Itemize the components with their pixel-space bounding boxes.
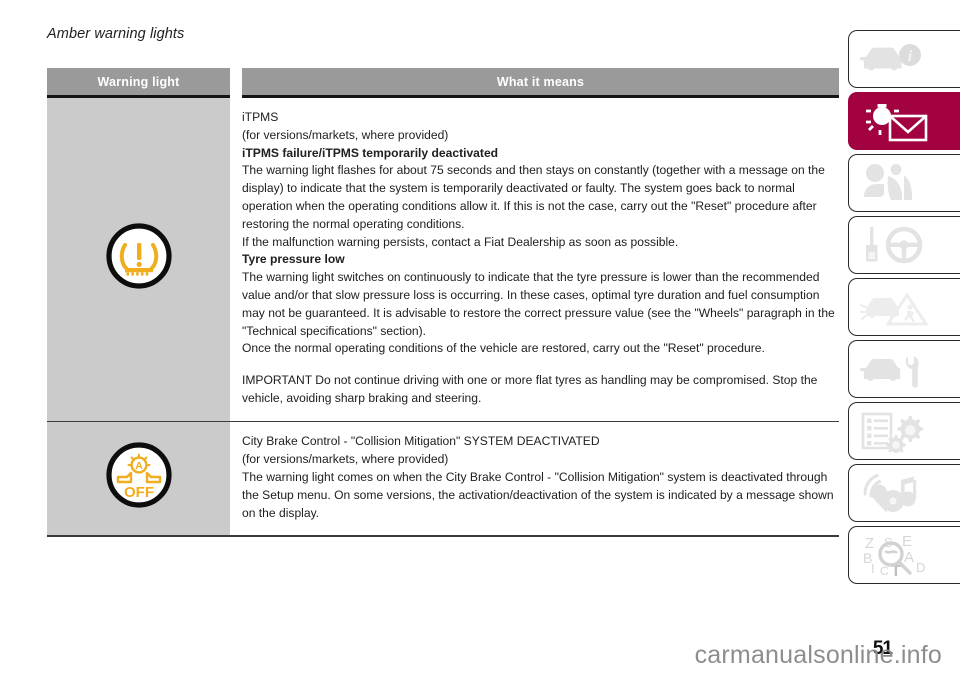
row-separator-gap bbox=[230, 418, 242, 421]
warning-light-description: City Brake Control - "Collision Mitigati… bbox=[242, 422, 839, 533]
row-gap bbox=[230, 98, 242, 419]
breakdown-hazard-icon bbox=[858, 286, 932, 328]
tab-safety[interactable] bbox=[848, 154, 960, 212]
site-watermark: carmanualsonline.info bbox=[694, 641, 942, 669]
row-separator-block bbox=[47, 418, 839, 421]
spec-list-gears-icon bbox=[858, 409, 930, 453]
table-row: A OFF City Brake Control - "Collision Mi… bbox=[47, 422, 839, 534]
svg-text:E: E bbox=[902, 533, 912, 550]
svg-text:I: I bbox=[871, 561, 875, 576]
tpms-warning-light-icon bbox=[105, 223, 172, 294]
column-header-what-it-means: What it means bbox=[242, 68, 839, 95]
table-row: iTPMS (for versions/markets, where provi… bbox=[47, 98, 839, 419]
paragraph: iTPMS bbox=[242, 110, 279, 124]
row-separator-block bbox=[47, 533, 839, 536]
paragraph: If the malfunction warning persists, con… bbox=[242, 234, 679, 249]
paragraph: IMPORTANT Do not continue driving with o… bbox=[242, 373, 818, 405]
chapter-tab-rail: i Z B I C T E A D S bbox=[848, 30, 960, 588]
tab-alphabetical-index[interactable]: Z B I C T E A D S bbox=[848, 526, 960, 584]
car-wrench-icon bbox=[858, 348, 930, 390]
table-header-row: Warning light What it means bbox=[47, 68, 839, 95]
tab-multimedia[interactable] bbox=[848, 464, 960, 522]
tab-dashboard-info[interactable]: i bbox=[848, 30, 960, 88]
warning-lights-table: Warning light What it means iTPMS (for v… bbox=[47, 68, 839, 537]
alphabetical-index-icon: Z B I C T E A D S bbox=[858, 533, 938, 577]
table-bottom-rule bbox=[47, 535, 839, 537]
city-brake-control-off-icon: A OFF bbox=[105, 442, 172, 513]
car-info-icon: i bbox=[858, 39, 930, 79]
svg-text:A: A bbox=[135, 461, 143, 473]
radio-music-icon bbox=[858, 471, 930, 515]
paragraph: (for versions/markets, where provided) bbox=[242, 127, 449, 142]
warning-light-cell: A OFF bbox=[47, 422, 230, 534]
paragraph-bold: Tyre pressure low bbox=[242, 252, 345, 267]
warning-light-message-icon bbox=[858, 99, 938, 143]
icon-off-label: OFF bbox=[124, 484, 154, 501]
row-separator-gap bbox=[230, 533, 242, 536]
svg-text:A: A bbox=[904, 549, 914, 566]
paragraph: The warning light switches on continuous… bbox=[242, 270, 835, 338]
paragraph: Once the normal operating conditions of … bbox=[242, 341, 765, 356]
row-separator-left bbox=[47, 533, 230, 536]
tab-warning-lights-messages[interactable] bbox=[848, 92, 960, 150]
tab-starting-and-driving[interactable] bbox=[848, 216, 960, 274]
paragraph: (for versions/markets, where provided) bbox=[242, 452, 449, 467]
tab-technical-specifications[interactable] bbox=[848, 402, 960, 460]
paragraph: City Brake Control - "Collision Mitigati… bbox=[242, 434, 600, 449]
paragraph-bold: iTPMS failure/iTPMS temporarily deactiva… bbox=[242, 145, 499, 160]
paragraph: The warning light flashes for about 75 s… bbox=[242, 163, 825, 231]
row-separator-left bbox=[47, 418, 230, 421]
tab-in-emergency[interactable] bbox=[848, 278, 960, 336]
column-header-warning-light: Warning light bbox=[47, 68, 230, 95]
paragraph: The warning light comes on when the City… bbox=[242, 469, 834, 520]
paragraph-spacer bbox=[242, 358, 839, 372]
warning-light-description: iTPMS (for versions/markets, where provi… bbox=[242, 98, 839, 419]
svg-text:D: D bbox=[916, 560, 925, 575]
warning-light-cell bbox=[47, 98, 230, 419]
header-gap bbox=[230, 68, 242, 95]
tab-maintenance-and-care[interactable] bbox=[848, 340, 960, 398]
airbag-seatbelt-icon bbox=[858, 162, 930, 204]
svg-text:i: i bbox=[908, 48, 913, 65]
key-steering-wheel-icon bbox=[858, 224, 930, 266]
row-separator-right bbox=[242, 418, 839, 421]
page-title: Amber warning lights bbox=[47, 26, 185, 42]
row-gap bbox=[230, 422, 242, 534]
row-separator-right bbox=[242, 533, 839, 536]
